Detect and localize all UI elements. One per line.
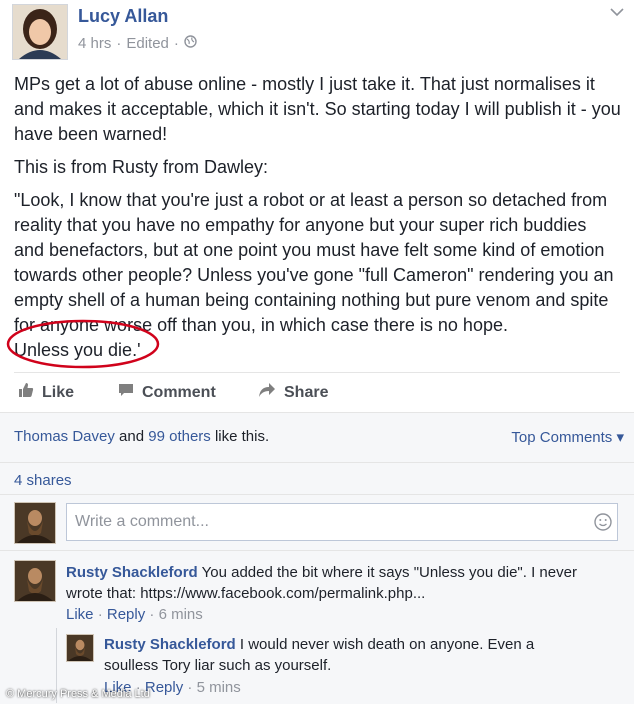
reply-reply-link[interactable]: Reply xyxy=(145,679,183,696)
like-label: Like xyxy=(42,383,75,401)
separator: · xyxy=(149,606,159,623)
comment-reply-link[interactable]: Reply xyxy=(107,606,145,623)
globe-icon xyxy=(184,35,197,52)
quote-line: reality that you have no empathy for any… xyxy=(14,215,587,235)
edited-label[interactable]: Edited xyxy=(126,35,169,52)
separator: · xyxy=(187,679,197,696)
divider xyxy=(0,462,634,463)
reply-avatar[interactable] xyxy=(66,634,94,662)
comment-text-continued: wrote that: https://www.facebook.com/per… xyxy=(66,585,426,602)
commenter-avatar[interactable] xyxy=(14,560,56,602)
reply-text-continued: soulless Tory liar such as yourself. xyxy=(104,657,332,674)
comment: Rusty Shackleford You added the bit wher… xyxy=(66,562,626,604)
liker-name-link[interactable]: Thomas Davey xyxy=(14,428,115,445)
others-count-link[interactable]: 99 others xyxy=(148,428,211,445)
likes-summary: Thomas Davey and 99 others like this. xyxy=(14,428,269,445)
emoji-icon[interactable] xyxy=(594,513,612,536)
comment-input[interactable]: Write a comment... xyxy=(66,503,618,541)
red-circle-annotation xyxy=(4,316,164,377)
sort-label: Top Comments xyxy=(511,429,613,446)
quote-line: "Look, I know that you're just a robot o… xyxy=(14,190,608,210)
comment-button[interactable]: Comment xyxy=(118,382,216,403)
divider xyxy=(14,372,620,373)
reply-text: I would never wish death on anyone. Even… xyxy=(239,636,535,653)
photo-credit-watermark: © Mercury Press & Media Ltd xyxy=(6,688,150,700)
post-time[interactable]: 4 hrs xyxy=(78,35,111,52)
divider xyxy=(0,550,634,551)
shares-count-link[interactable]: 4 shares xyxy=(14,472,72,489)
share-label: Share xyxy=(284,383,329,401)
likes-and: and xyxy=(119,428,145,445)
comment-placeholder: Write a comment... xyxy=(75,513,209,530)
share-arrow-icon xyxy=(258,382,276,403)
likes-suffix: like this. xyxy=(214,428,270,445)
comment-sort-dropdown[interactable]: Top Comments ▾ xyxy=(511,428,624,446)
post-options-chevron-icon[interactable] xyxy=(610,4,624,20)
comment-actions: Like · Reply · 6 mins xyxy=(66,606,203,623)
reply: Rusty Shackleford I would never wish dea… xyxy=(104,634,624,676)
comment-like-link[interactable]: Like xyxy=(66,606,94,623)
comment-author-link[interactable]: Rusty Shackleford xyxy=(66,564,198,581)
post-meta: 4 hrs · Edited · xyxy=(78,35,197,52)
comment-icon xyxy=(118,382,134,403)
post-paragraph: MPs get a lot of abuse online - mostly I… xyxy=(14,74,621,144)
share-button[interactable]: Share xyxy=(258,382,328,403)
author-name[interactable]: Lucy Allan xyxy=(78,6,168,27)
author-avatar[interactable] xyxy=(12,4,68,60)
meta-separator: · xyxy=(116,35,122,52)
comment-label: Comment xyxy=(142,383,216,401)
post-paragraph: This is from Rusty from Dawley: xyxy=(14,157,269,177)
comment-time[interactable]: 6 mins xyxy=(159,606,203,623)
comment-text: You added the bit where it says "Unless … xyxy=(201,564,577,581)
meta-separator: · xyxy=(173,35,179,52)
thumbs-up-icon xyxy=(18,382,34,403)
like-button[interactable]: Like xyxy=(18,382,74,403)
user-avatar[interactable] xyxy=(14,502,56,544)
quote-line: and benefactors, but at one point you mu… xyxy=(14,240,605,260)
quote-line: towards other people? Unless you've gone… xyxy=(14,265,614,285)
reply-time[interactable]: 5 mins xyxy=(197,679,241,696)
separator: · xyxy=(97,606,107,623)
quote-line: empty shell of a human being containing … xyxy=(14,290,609,310)
divider xyxy=(0,494,634,495)
reply-author-link[interactable]: Rusty Shackleford xyxy=(104,636,236,653)
caret-down-icon: ▾ xyxy=(616,429,624,446)
